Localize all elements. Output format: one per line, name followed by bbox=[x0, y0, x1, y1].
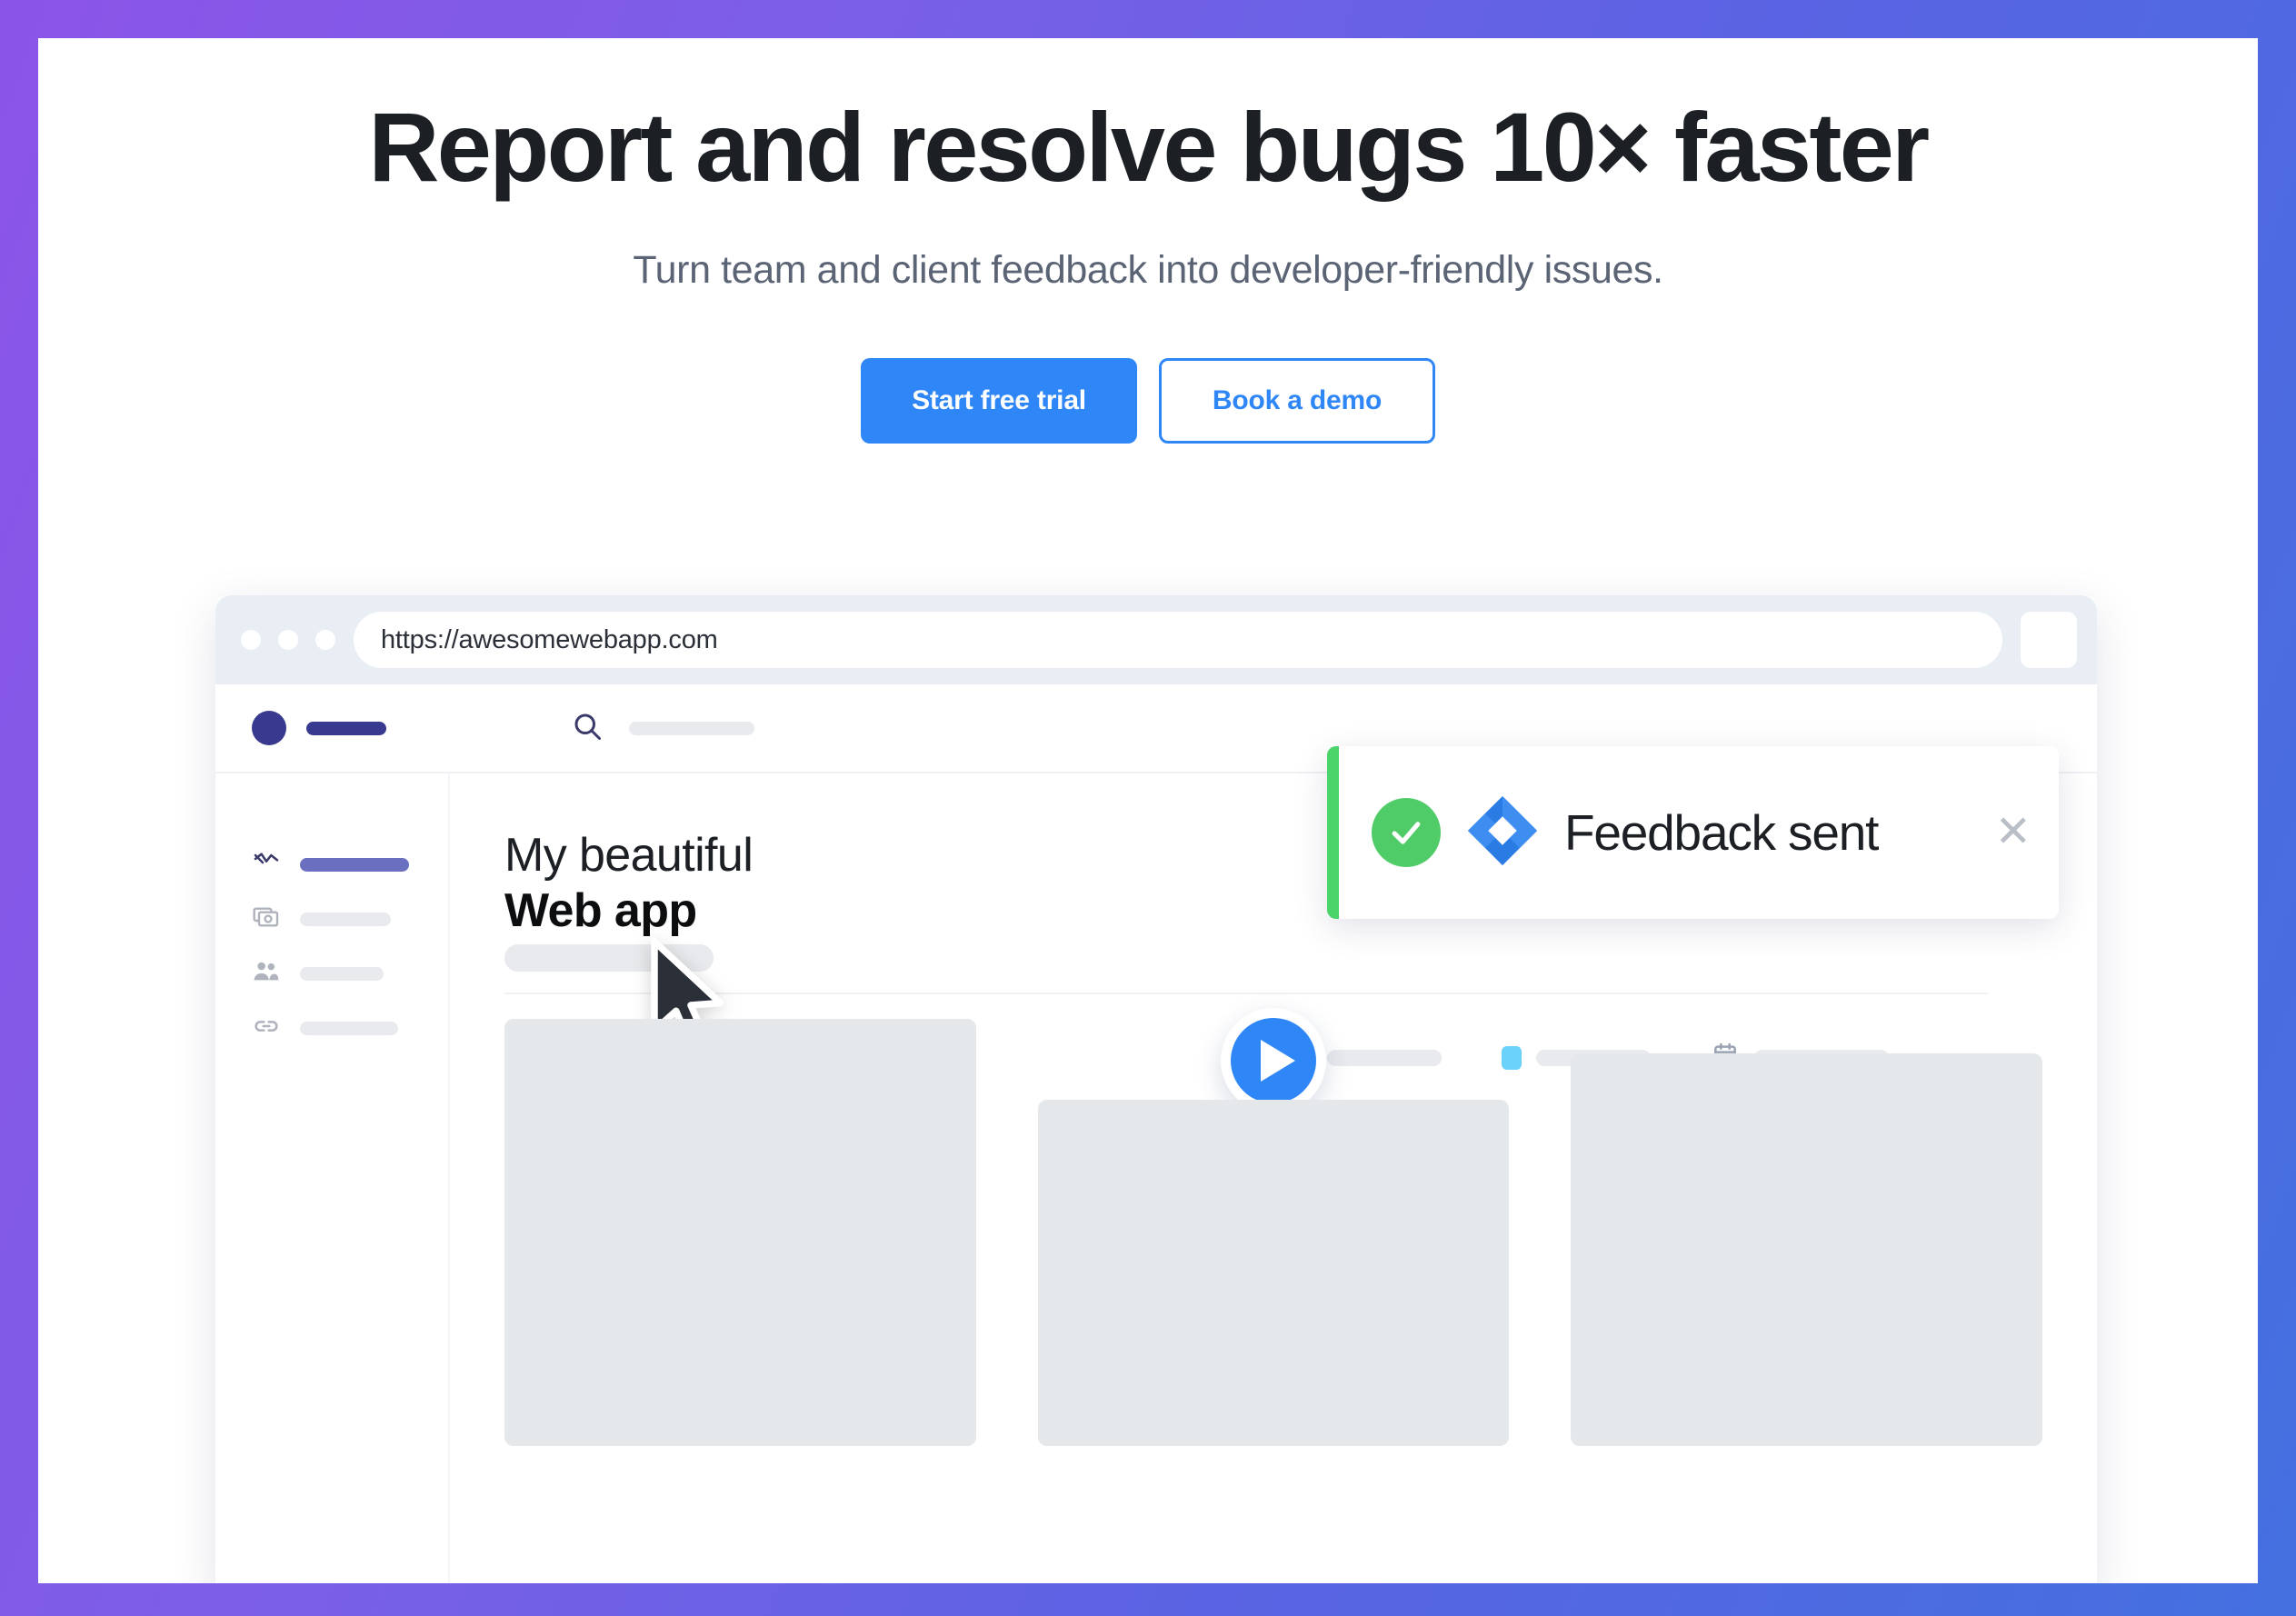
placeholder-card bbox=[1037, 1100, 1510, 1446]
check-circle-icon bbox=[1372, 798, 1441, 867]
traffic-lights bbox=[241, 630, 335, 650]
placeholder-card bbox=[504, 1019, 976, 1446]
content-cards-row bbox=[504, 1019, 2043, 1446]
sidebar-item-label-billing bbox=[300, 912, 391, 926]
money-bill-icon bbox=[252, 903, 281, 936]
toast-accent-bar bbox=[1327, 746, 1339, 919]
page-title: Report and resolve bugs 10× faster bbox=[368, 92, 1930, 202]
minimize-window-icon[interactable] bbox=[278, 630, 298, 650]
sidebar-item-label-team bbox=[300, 966, 384, 981]
browser-chrome: https://awesomewebapp.com bbox=[215, 595, 2097, 684]
maximize-window-icon[interactable] bbox=[315, 630, 335, 650]
app-sidebar bbox=[215, 773, 450, 1583]
browser-mockup: https://awesomewebapp.com My beautiful W… bbox=[215, 595, 2097, 1583]
jira-diamond-icon bbox=[1464, 793, 1541, 873]
sidebar-item-label-analytics bbox=[300, 857, 409, 872]
placeholder-card bbox=[1571, 1052, 2043, 1446]
link-icon bbox=[252, 1012, 281, 1045]
sidebar-item-analytics[interactable] bbox=[215, 837, 448, 892]
hero-section: Report and resolve bugs 10× faster Turn … bbox=[38, 38, 2258, 444]
cta-row: Start free trial Book a demo bbox=[38, 357, 2258, 444]
url-bar[interactable]: https://awesomewebapp.com bbox=[354, 612, 2002, 668]
search-icon bbox=[571, 710, 604, 747]
toast-content: Feedback sent ✕ bbox=[1339, 793, 2059, 873]
app-search[interactable] bbox=[571, 710, 754, 747]
url-text: https://awesomewebapp.com bbox=[381, 624, 718, 654]
brand-wordmark-placeholder bbox=[306, 721, 386, 735]
people-icon bbox=[252, 957, 281, 991]
close-window-icon[interactable] bbox=[241, 630, 261, 650]
sidebar-item-billing[interactable] bbox=[215, 892, 448, 946]
brand-dot-icon bbox=[252, 711, 286, 745]
book-a-demo-button[interactable]: Book a demo bbox=[1159, 357, 1435, 444]
sidebar-item-label-integrations bbox=[300, 1021, 398, 1035]
trending-chart-icon bbox=[252, 848, 281, 882]
search-input-placeholder[interactable] bbox=[629, 721, 754, 735]
toast-message: Feedback sent bbox=[1564, 804, 1879, 861]
browser-action-button[interactable] bbox=[2021, 612, 2077, 668]
sidebar-item-team[interactable] bbox=[215, 946, 448, 1001]
hero-subtitle: Turn team and client feedback into devel… bbox=[633, 247, 1663, 292]
start-free-trial-button[interactable]: Start free trial bbox=[861, 357, 1137, 444]
page-card: Report and resolve bugs 10× faster Turn … bbox=[38, 38, 2258, 1583]
feedback-sent-toast: Feedback sent ✕ bbox=[1327, 746, 2059, 919]
close-icon[interactable]: ✕ bbox=[1995, 811, 2031, 854]
sidebar-item-integrations[interactable] bbox=[215, 1001, 448, 1055]
app-brand[interactable] bbox=[252, 711, 486, 745]
